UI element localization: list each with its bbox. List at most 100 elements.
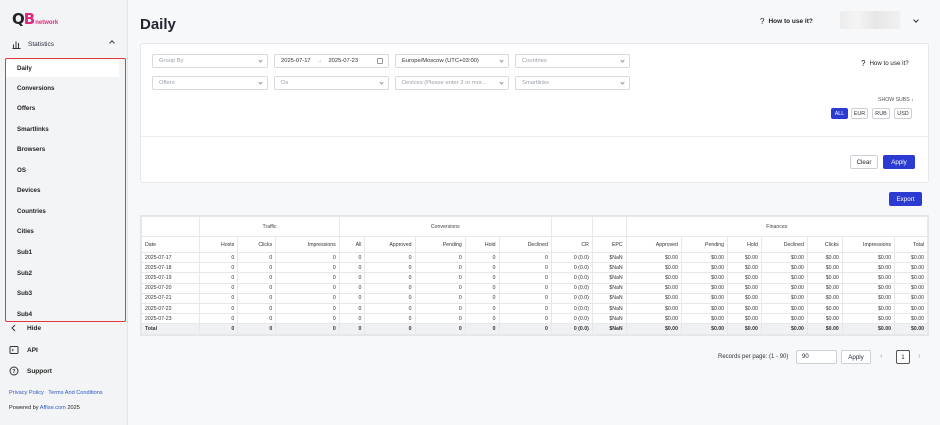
column-header[interactable]: Impressions — [841, 236, 896, 253]
logo-subtitle: network — [35, 20, 59, 26]
column-header[interactable]: Clicks — [237, 236, 277, 253]
hide-sidebar-button[interactable]: Hide — [9, 323, 41, 333]
table-cell: $0.00 — [894, 313, 928, 325]
column-header[interactable]: Total — [894, 236, 928, 253]
column-header[interactable]: Hosts — [199, 236, 239, 253]
currency-eur[interactable]: EUR — [851, 108, 868, 119]
table-cell: 0 — [464, 251, 500, 264]
export-button[interactable]: Export — [889, 192, 922, 206]
currency-usd[interactable]: USD — [894, 108, 912, 119]
table-cell: 0 — [199, 262, 239, 274]
table-cell: $0.00 — [760, 313, 808, 325]
table-cell: 0 — [364, 282, 416, 294]
total-cell: 0 — [414, 323, 466, 335]
sidebar-item-sub3[interactable]: Sub3 — [6, 285, 119, 302]
sidebar-item-support[interactable]: ? Support — [9, 366, 52, 376]
api-icon — [9, 345, 19, 355]
prev-page-button[interactable]: ‹ — [880, 351, 883, 360]
sidebar-item-sub2[interactable]: Sub2 — [6, 265, 119, 282]
sidebar-item-countries[interactable]: Countries — [6, 203, 119, 220]
column-header[interactable]: Declined — [498, 236, 552, 253]
group-by-select[interactable]: Group By — [152, 54, 268, 68]
sidebar-item-conversions[interactable]: Conversions — [6, 80, 119, 97]
table-cell: 0 — [498, 292, 552, 304]
records-per-page-input[interactable]: 90 — [796, 350, 837, 364]
sidebar-item-api[interactable]: API — [9, 345, 38, 355]
date-range-picker[interactable]: 2025-07-17 → 2025-07-23 — [274, 54, 389, 68]
table-cell: 0 — [275, 262, 340, 274]
page-1-button[interactable]: 1 — [896, 350, 910, 364]
column-header[interactable]: Approved — [364, 236, 416, 253]
column-header[interactable]: Declined — [760, 236, 808, 253]
column-header[interactable]: CR — [550, 236, 593, 253]
column-header[interactable]: Date — [140, 236, 201, 253]
show-subs-toggle[interactable]: SHOW SUBS ↓ — [878, 97, 914, 103]
devices-select[interactable]: Devices (Please enter 2 or mor... — [395, 76, 509, 90]
timezone-select[interactable]: Europe/Moscow (UTC+03:00) — [395, 54, 509, 68]
currency-rub[interactable]: RUB — [872, 108, 890, 119]
smartlinks-select[interactable]: Smartlinks — [515, 76, 630, 90]
table-cell: 0 — [275, 313, 340, 325]
table-cell: $0.00 — [841, 272, 896, 284]
column-header[interactable]: Pending — [680, 236, 729, 253]
next-page-button[interactable]: › — [918, 351, 921, 360]
apply-filters-button[interactable]: Apply — [883, 155, 915, 169]
table-cell: 2025-07-22 — [140, 302, 201, 315]
terms-link[interactable]: Terms And Conditions — [48, 390, 102, 396]
logo[interactable]: QB network — [12, 11, 58, 27]
column-header[interactable]: Approved — [625, 236, 682, 253]
column-header[interactable]: EPC — [591, 236, 627, 253]
sidebar-item-devices[interactable]: Devices — [6, 182, 119, 199]
sidebar-item-browsers[interactable]: Browsers — [6, 141, 119, 158]
sidebar-item-sub4[interactable]: Sub4 — [6, 306, 119, 323]
table-cell: $0.00 — [806, 302, 843, 315]
table-cell: 0 — [464, 282, 500, 294]
affise-link[interactable]: Affise.com — [40, 405, 66, 411]
sidebar-item-os[interactable]: OS — [6, 162, 119, 179]
chevron-down-icon[interactable] — [913, 17, 919, 23]
table-row: 2025-07-22 0 0 0 0 0 0 0 0 0 (0.0) $NaN $0.00 $0.00 $… — [140, 302, 928, 315]
table-cell: $0.00 — [680, 313, 729, 325]
column-header[interactable]: Hold — [727, 236, 762, 253]
table-cell: $0.00 — [841, 292, 896, 304]
table-group-header: Traffic Conversions Finances — [140, 216, 929, 237]
table-cell: $0.00 — [760, 262, 808, 274]
svg-text:?: ? — [12, 369, 15, 375]
total-cell: 0 — [464, 323, 500, 335]
clear-button[interactable]: Clear — [850, 155, 878, 169]
offers-select[interactable]: Offers — [152, 76, 268, 90]
statistics-section-toggle[interactable]: Statistics — [12, 38, 120, 50]
table-cell: 0 — [464, 262, 500, 274]
column-header[interactable]: Clicks — [806, 236, 843, 253]
table-cell: 0 — [498, 272, 552, 284]
table-cell: 2025-07-23 — [140, 313, 201, 325]
column-header[interactable]: Hold — [464, 236, 500, 253]
chevron-down-icon — [258, 58, 263, 63]
table-cell: $0.00 — [727, 302, 762, 315]
how-to-use-link-header[interactable]: ? How to use it? — [760, 17, 813, 26]
table-cell: $0.00 — [625, 313, 682, 325]
pagination-apply-button[interactable]: Apply — [841, 350, 871, 364]
column-header[interactable]: Pending — [414, 236, 466, 253]
chevron-down-icon — [379, 80, 384, 85]
sidebar-item-smartlinks[interactable]: Smartlinks — [6, 121, 119, 138]
privacy-policy-link[interactable]: Privacy Policy — [9, 390, 44, 396]
table-cell: $0.00 — [680, 302, 729, 315]
sidebar-item-cities[interactable]: Cities — [6, 223, 119, 240]
sidebar-item-offers[interactable]: Offers — [6, 100, 119, 117]
sidebar-item-daily[interactable]: Daily — [6, 60, 119, 77]
total-cell: 0 — [237, 323, 277, 335]
user-account-blurred[interactable] — [840, 11, 900, 29]
table-cell: $0.00 — [680, 272, 729, 284]
os-select[interactable]: Os — [274, 76, 389, 90]
currency-all[interactable]: ALL — [831, 108, 848, 119]
sidebar-item-sub1[interactable]: Sub1 — [6, 244, 119, 261]
countries-select[interactable]: Countries — [515, 54, 630, 68]
table-cell: 0 — [364, 272, 416, 284]
table-cell: 2025-07-17 — [140, 251, 201, 264]
column-header[interactable]: All — [338, 236, 366, 253]
table-cell: 0 — [237, 313, 277, 325]
column-header[interactable]: Impressions — [275, 236, 340, 253]
table-cell: $0.00 — [625, 302, 682, 315]
how-to-use-link-filters[interactable]: ? How to use it? — [861, 59, 909, 68]
